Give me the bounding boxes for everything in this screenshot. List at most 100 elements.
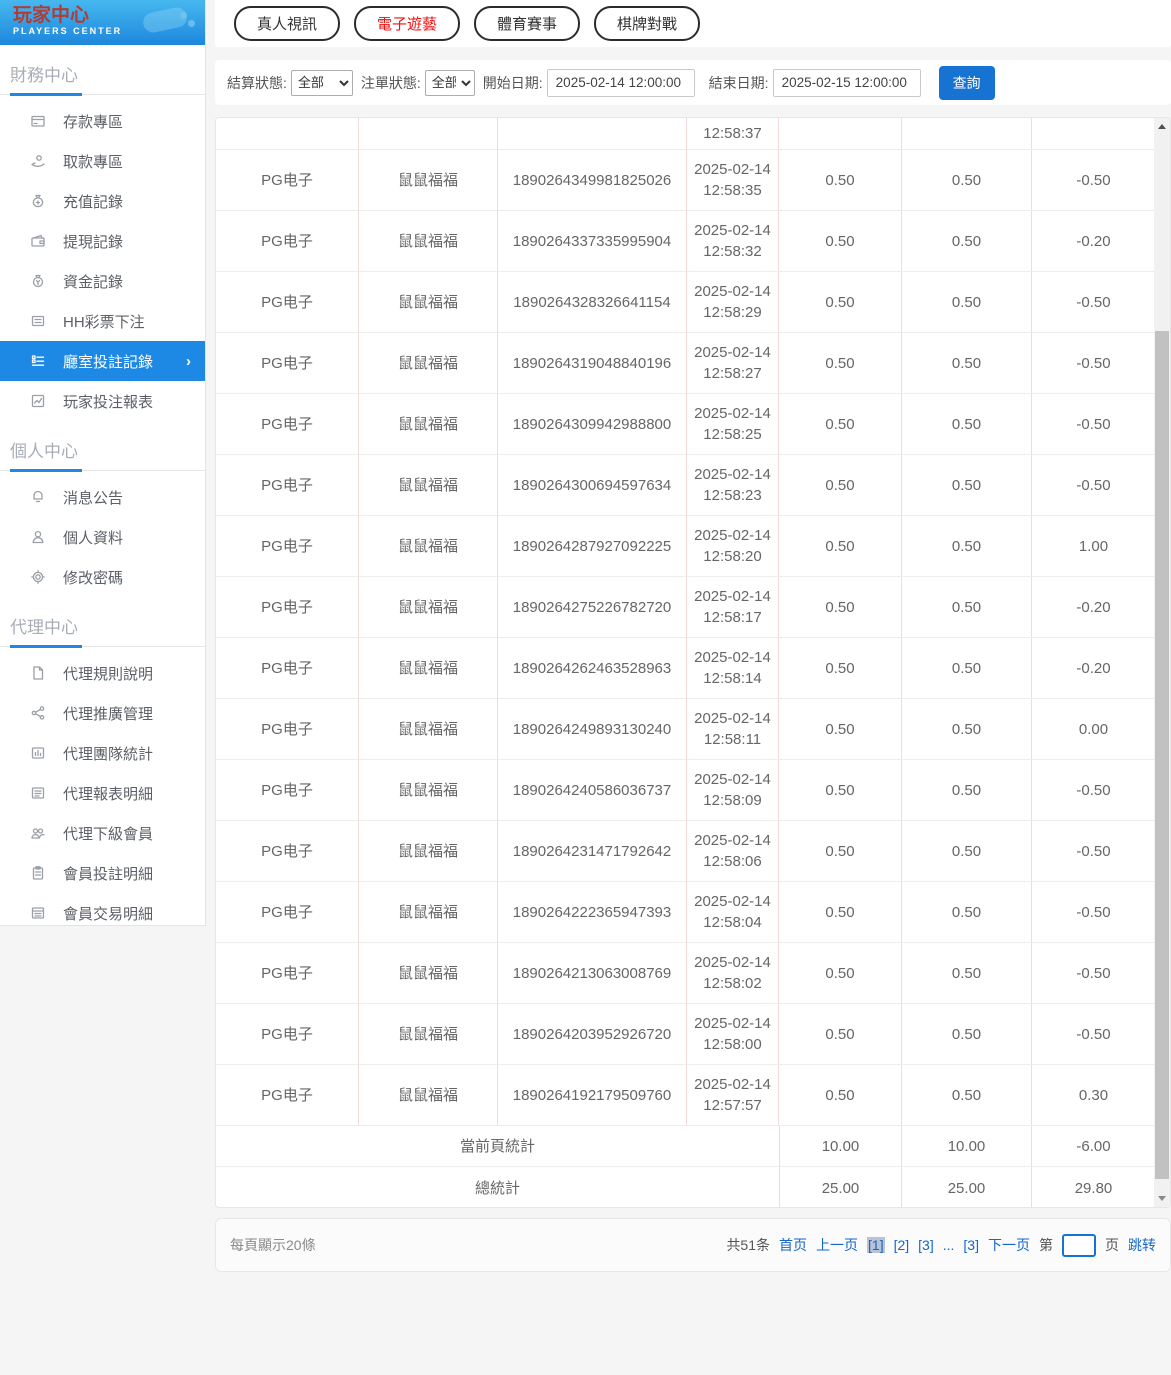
cell-order-no: 1890264287927092225 [498, 516, 687, 576]
sidebar-item-withdraw-records[interactable]: 提現記錄 [0, 221, 205, 261]
bell-icon [29, 489, 46, 506]
table-row: PG电子 鼠鼠福福 1890264337335995904 2025-02-14… [216, 211, 1156, 272]
query-button[interactable]: 查詢 [939, 66, 995, 100]
sidebar-header: 玩家中心 PLAYERS CENTER [0, 0, 205, 45]
sidebar-item-announcements[interactable]: 消息公告 [0, 477, 205, 517]
cell-valid-bet: 0.50 [902, 211, 1032, 271]
wallet-icon [29, 233, 46, 250]
page-link-2[interactable]: [2] [894, 1237, 910, 1253]
cell-game: 鼠鼠福福 [359, 699, 498, 759]
page-ellipsis[interactable]: ... [943, 1237, 955, 1253]
sidebar-item-agent-sub-members[interactable]: 代理下級會員 [0, 813, 205, 853]
next-page-link[interactable]: 下一页 [988, 1235, 1030, 1255]
sidebar-item-agent-promotion[interactable]: 代理推廣管理 [0, 693, 205, 733]
summary-bet: 10.00 [779, 1126, 902, 1166]
table-row: PG电子 鼠鼠福福 1890264222365947393 2025-02-14… [216, 882, 1156, 943]
per-page-label: 每頁顯示20條 [230, 1235, 316, 1255]
cell-valid-bet: 0.50 [902, 455, 1032, 515]
cell-date: 2025-02-14 [694, 952, 771, 973]
cell-bet: 0.50 [779, 1065, 902, 1125]
summary-row: 總統計 25.00 25.00 29.80 [216, 1167, 1156, 1208]
withdraw-hand-icon [29, 153, 46, 170]
cell-date: 2025-02-14 [694, 647, 771, 668]
end-date-input[interactable] [773, 69, 921, 97]
sidebar-item-member-transaction-detail[interactable]: 會員交易明細 [0, 893, 205, 933]
scroll-up-icon[interactable] [1154, 118, 1170, 135]
cell-datetime: 2025-02-14 12:58:06 [687, 821, 779, 881]
cell-date: 2025-02-14 [694, 830, 771, 851]
first-page-link[interactable]: 首页 [779, 1235, 807, 1255]
order-status-select[interactable]: 全部 [425, 70, 475, 96]
cell-bet: 0.50 [779, 333, 902, 393]
cell-order-no: 1890264262463528963 [498, 638, 687, 698]
sidebar-item-label: 玩家投注報表 [63, 391, 153, 412]
sidebar-item-label: 廳室投註記錄 [63, 351, 153, 372]
tab-live-casino[interactable]: 真人視訊 [234, 6, 340, 41]
cell-time: 12:58:06 [703, 851, 761, 872]
tab-electronic-games[interactable]: 電子遊藝 [354, 6, 460, 41]
summary-bet: 25.00 [779, 1167, 902, 1208]
sidebar-item-hh-lottery[interactable]: HH彩票下注 [0, 301, 205, 341]
jump-button[interactable]: 跳转 [1128, 1235, 1156, 1255]
cell-profit: -0.50 [1032, 272, 1156, 332]
scrollbar-thumb[interactable] [1155, 331, 1169, 1179]
sidebar-item-deposit[interactable]: 存款專區 [0, 101, 205, 141]
page-link-3[interactable]: [3] [918, 1237, 934, 1253]
sidebar-item-member-bet-detail[interactable]: 會員投註明細 [0, 853, 205, 893]
prev-page-link[interactable]: 上一页 [816, 1235, 858, 1255]
cell-game: 鼠鼠福福 [359, 577, 498, 637]
table-row: PG电子 鼠鼠福福 1890264240586036737 2025-02-14… [216, 760, 1156, 821]
sidebar-item-room-bet-records[interactable]: 廳室投註記錄 › [0, 341, 205, 381]
cell-provider: PG电子 [216, 699, 359, 759]
sidebar-item-agent-rules[interactable]: 代理規則說明 [0, 653, 205, 693]
summary-valid-bet: 25.00 [902, 1167, 1032, 1208]
cell-profit: -0.50 [1032, 1004, 1156, 1064]
cell-datetime: 2025-02-14 12:58:04 [687, 882, 779, 942]
sidebar-item-profile[interactable]: 個人資料 [0, 517, 205, 557]
cell-profit: -0.50 [1032, 821, 1156, 881]
cell-profit: -0.50 [1032, 943, 1156, 1003]
sidebar-item-label: 充值記錄 [63, 191, 123, 212]
page-link-last[interactable]: [3] [963, 1237, 979, 1253]
cell-time: 12:58:37 [687, 118, 779, 149]
cell-order-no: 1890264213063008769 [498, 943, 687, 1003]
cell-valid-bet: 0.50 [902, 882, 1032, 942]
cell-datetime: 2025-02-14 12:58:00 [687, 1004, 779, 1064]
vertical-scrollbar[interactable] [1154, 118, 1170, 1207]
settle-status-label: 結算狀態: [227, 73, 287, 93]
sidebar-item-recharge-records[interactable]: 充值記錄 [0, 181, 205, 221]
sidebar-item-agent-report-detail[interactable]: 代理報表明細 [0, 773, 205, 813]
tab-board-games[interactable]: 棋牌對戰 [594, 6, 700, 41]
tab-sports[interactable]: 體育賽事 [474, 6, 580, 41]
cell-time: 12:58:11 [704, 729, 761, 750]
cell-bet: 0.50 [779, 638, 902, 698]
sidebar-item-withdraw[interactable]: 取款專區 [0, 141, 205, 181]
cell-bet: 0.50 [779, 272, 902, 332]
share-icon [29, 705, 46, 722]
sidebar-item-player-bet-report[interactable]: 玩家投注報表 [0, 381, 205, 421]
sidebar-item-change-password[interactable]: 修改密碼 [0, 557, 205, 597]
cell-profit: 0.00 [1032, 699, 1156, 759]
sidebar-item-agent-team-stats[interactable]: 代理團隊統計 [0, 733, 205, 773]
cell-order-no: 1890264349981825026 [498, 150, 687, 210]
cell-profit: -0.20 [1032, 211, 1156, 271]
section-header-agent: 代理中心 [0, 597, 205, 638]
cell-time: 12:58:29 [703, 302, 761, 323]
sidebar-item-label: 代理推廣管理 [63, 703, 153, 724]
cell-date: 2025-02-14 [694, 1074, 771, 1095]
settle-status-select[interactable]: 全部 [291, 70, 353, 96]
summary-profit: 29.80 [1032, 1167, 1156, 1208]
cell-bet: 0.50 [779, 1004, 902, 1064]
scroll-down-icon[interactable] [1154, 1190, 1170, 1207]
report-chart-icon [29, 393, 46, 410]
cell-bet: 0.50 [779, 455, 902, 515]
page-link-1-current[interactable]: [1] [867, 1237, 885, 1253]
cell-bet: 0.50 [779, 943, 902, 1003]
start-date-label: 開始日期: [483, 73, 543, 93]
table-row: PG电子 鼠鼠福福 1890264275226782720 2025-02-14… [216, 577, 1156, 638]
cell-profit: 0.30 [1032, 1065, 1156, 1125]
cell-provider: PG电子 [216, 455, 359, 515]
sidebar-item-funds-records[interactable]: 資金記錄 [0, 261, 205, 301]
start-date-input[interactable] [547, 69, 695, 97]
jump-page-input[interactable] [1062, 1234, 1096, 1257]
